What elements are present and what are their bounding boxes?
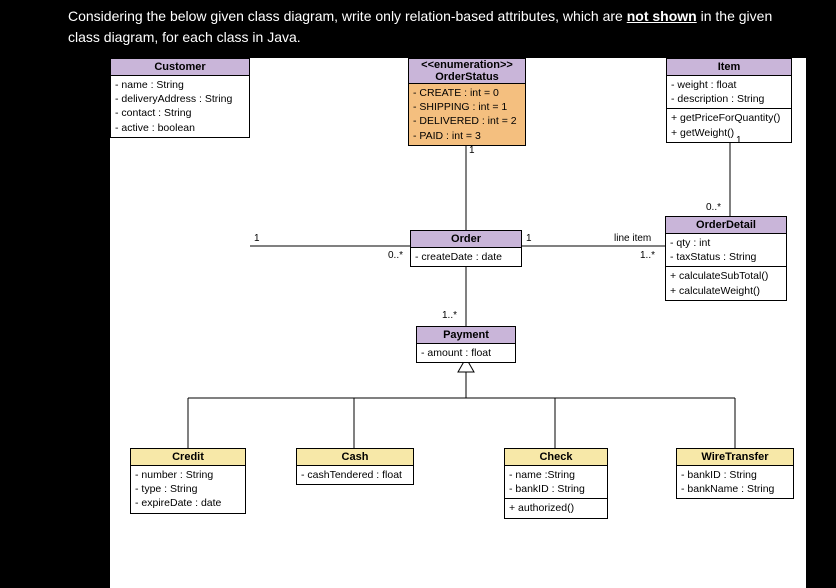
class-name: Order bbox=[411, 231, 521, 248]
class-check: Check - name :String - bankID : String +… bbox=[504, 448, 608, 519]
class-credit: Credit - number : String - type : String… bbox=[130, 448, 246, 514]
question-text: Considering the below given class diagra… bbox=[0, 0, 836, 56]
multiplicity-order-1: 1 bbox=[526, 233, 532, 244]
class-payment: Payment - amount : float bbox=[416, 326, 516, 363]
operations: + authorized() bbox=[505, 498, 607, 517]
class-name: Item bbox=[667, 59, 791, 76]
class-order-detail: OrderDetail - qty : int - taxStatus : St… bbox=[665, 216, 787, 301]
multiplicity-item-n: 0..* bbox=[706, 202, 721, 213]
multiplicity-orderstatus: 1 bbox=[469, 145, 475, 156]
class-wire-transfer: WireTransfer - bankID : String - bankNam… bbox=[676, 448, 794, 499]
class-item: Item - weight : float - description : St… bbox=[666, 58, 792, 143]
question-underline: not shown bbox=[627, 8, 697, 24]
class-name: Payment bbox=[417, 327, 515, 344]
attributes: - bankID : String - bankName : String bbox=[677, 466, 793, 498]
class-order: Order - createDate : date bbox=[410, 230, 522, 267]
attributes: - amount : float bbox=[417, 344, 515, 362]
class-name: Customer bbox=[111, 59, 249, 76]
class-name: OrderDetail bbox=[666, 217, 786, 234]
multiplicity-customer-n: 0..* bbox=[388, 250, 403, 261]
operations: + calculateSubTotal() + calculateWeight(… bbox=[666, 266, 786, 299]
class-name: Credit bbox=[131, 449, 245, 466]
attributes: - cashTendered : float bbox=[297, 466, 413, 484]
attributes: - number : String - type : String - expi… bbox=[131, 466, 245, 513]
attributes: - name : String - deliveryAddress : Stri… bbox=[111, 76, 249, 137]
attributes: - qty : int - taxStatus : String bbox=[666, 234, 786, 266]
attributes: - weight : float - description : String bbox=[667, 76, 791, 108]
class-order-status: <<enumeration>> OrderStatus - CREATE : i… bbox=[408, 58, 526, 146]
operations: + getPriceForQuantity() + getWeight() bbox=[667, 108, 791, 141]
stereotype: <<enumeration>> bbox=[409, 59, 525, 71]
attributes: - CREATE : int = 0 - SHIPPING : int = 1 … bbox=[409, 84, 525, 145]
class-name: Cash bbox=[297, 449, 413, 466]
multiplicity-item-1: 1 bbox=[736, 135, 742, 146]
class-customer: Customer - name : String - deliveryAddre… bbox=[110, 58, 250, 138]
diagram-area: <<enumeration>> OrderStatus - CREATE : i… bbox=[110, 58, 806, 588]
question-prefix: Considering the below given class diagra… bbox=[68, 8, 627, 24]
role-line-item: line item bbox=[614, 233, 651, 244]
attributes: - name :String - bankID : String bbox=[505, 466, 607, 498]
class-name: Check bbox=[505, 449, 607, 466]
multiplicity-detail-n: 1..* bbox=[640, 250, 655, 261]
multiplicity-payment: 1..* bbox=[442, 310, 457, 321]
attributes: - createDate : date bbox=[411, 248, 521, 266]
class-cash: Cash - cashTendered : float bbox=[296, 448, 414, 485]
class-name: OrderStatus bbox=[409, 71, 525, 83]
multiplicity-customer-1: 1 bbox=[254, 233, 260, 244]
class-name: WireTransfer bbox=[677, 449, 793, 466]
